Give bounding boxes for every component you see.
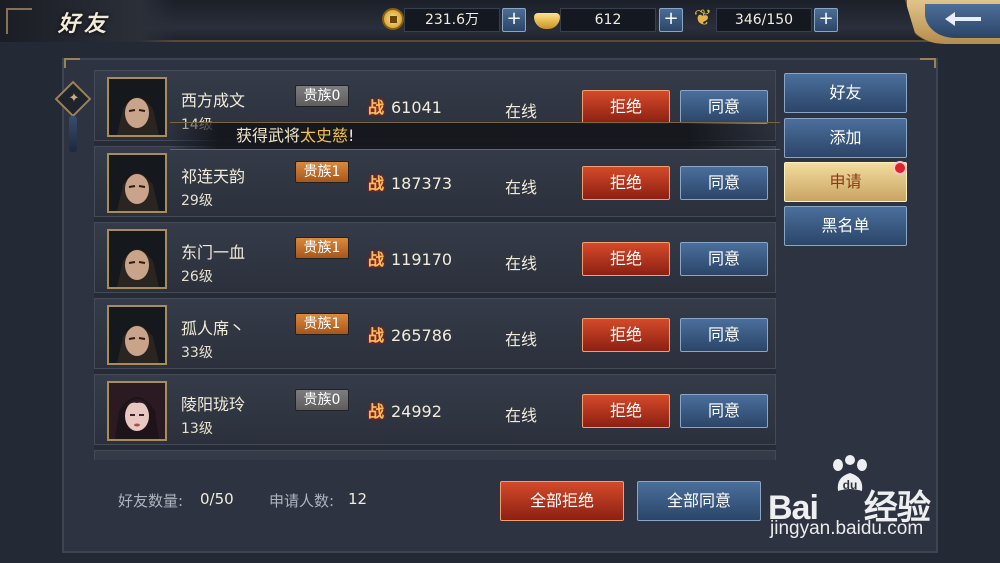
noble-badge: 贵族1 [295, 237, 349, 259]
accept-button[interactable]: 同意 [680, 90, 768, 124]
reject-button[interactable]: 拒绝 [582, 394, 670, 428]
player-name: 孤人席丶 [181, 319, 246, 338]
battle-power: 119170 [391, 250, 453, 269]
watermark-url: jingyan.baidu.com [770, 518, 924, 539]
friend-count-label: 好友数量: [118, 492, 184, 510]
battle-power-icon: 战 [367, 402, 384, 421]
footer-bar: 好友数量: 0/50 申请人数: 12 全部拒绝 全部同意 [94, 462, 776, 540]
battle-power-icon: 战 [367, 98, 384, 117]
online-status: 在线 [505, 102, 538, 121]
avatar [107, 381, 167, 441]
paw-logo-icon: du [833, 455, 867, 492]
add-ingot-button[interactable]: + [659, 8, 683, 32]
gold-value: 231.6万 [404, 8, 500, 32]
avatar [107, 305, 167, 365]
battle-power-icon: 战 [367, 326, 384, 345]
player-name: 祁连天韵 [181, 167, 246, 186]
battle-power: 61041 [391, 98, 442, 117]
notice-suffix: ! [348, 126, 355, 145]
friend-count-value: 0/50 [200, 490, 234, 508]
online-status: 在线 [505, 330, 538, 349]
noble-badge: 贵族0 [295, 85, 349, 107]
request-row: 祁连天韵 29级 贵族1 战 187373 在线 拒绝 同意 [94, 146, 776, 217]
frame-corner-ornament [920, 58, 936, 68]
applicant-count-label: 申请人数: [269, 492, 335, 510]
online-status: 在线 [505, 178, 538, 197]
accept-button[interactable]: 同意 [680, 318, 768, 352]
noble-badge: 贵族0 [295, 389, 349, 411]
silver-ingot-icon [534, 6, 560, 32]
player-level: 13级 [181, 421, 213, 437]
wheat-icon: ❦ [693, 6, 713, 31]
notification-dot [893, 161, 907, 175]
add-gold-button[interactable]: + [502, 8, 526, 32]
gold-coin-icon [380, 6, 406, 32]
applicant-count-value: 12 [348, 490, 368, 508]
tab-friends[interactable]: 好友 [784, 73, 907, 113]
player-name: 东门一血 [181, 243, 246, 262]
pendant-glyph: ✦ [68, 91, 80, 106]
accept-button[interactable]: 同意 [680, 394, 768, 428]
accept-all-button[interactable]: 全部同意 [637, 481, 761, 521]
avatar [107, 77, 167, 137]
notice-prefix: 获得武将 [236, 126, 301, 145]
frame-corner-ornament [64, 58, 80, 68]
notice-banner: 获得武将太史慈! [170, 122, 780, 150]
player-name: 西方成文 [181, 91, 246, 110]
reject-all-button[interactable]: 全部拒绝 [500, 481, 624, 521]
tassel-ornament [69, 116, 77, 152]
noble-badge: 贵族1 [295, 313, 349, 335]
reject-button[interactable]: 拒绝 [582, 90, 670, 124]
battle-power-icon: 战 [367, 174, 384, 193]
ingot-value: 612 [560, 8, 656, 32]
notice-general-name: 太史慈 [300, 126, 349, 145]
accept-button[interactable]: 同意 [680, 242, 768, 276]
reject-button[interactable]: 拒绝 [582, 242, 670, 276]
online-status: 在线 [505, 406, 538, 425]
battle-power: 24992 [391, 402, 442, 421]
back-arrow-icon [941, 9, 985, 34]
request-row: 东门一血 26级 贵族1 战 119170 在线 拒绝 同意 [94, 222, 776, 293]
tab-requests[interactable]: 申请 [784, 162, 907, 202]
page-title: 好友 [58, 11, 111, 37]
tab-blacklist[interactable]: 黑名单 [784, 206, 907, 246]
back-button[interactable] [905, 0, 1000, 44]
player-level: 33级 [181, 345, 213, 361]
request-row [94, 450, 776, 460]
request-row: 陵阳珑玲 13级 贵族0 战 24992 在线 拒绝 同意 [94, 374, 776, 445]
player-level: 26级 [181, 269, 213, 285]
battle-power: 265786 [391, 326, 453, 345]
tab-add[interactable]: 添加 [784, 118, 907, 158]
food-value: 346/150 [716, 8, 812, 32]
online-status: 在线 [505, 254, 538, 273]
avatar [107, 153, 167, 213]
top-bar: 好友 231.6万 + 612 + ❦ 346/150 + [0, 0, 1000, 42]
player-level: 29级 [181, 193, 213, 209]
battle-power: 187373 [391, 174, 453, 193]
noble-badge: 贵族1 [295, 161, 349, 183]
reject-button[interactable]: 拒绝 [582, 318, 670, 352]
accept-button[interactable]: 同意 [680, 166, 768, 200]
battle-power-icon: 战 [367, 250, 384, 269]
svg-text:du: du [843, 478, 858, 492]
avatar [107, 229, 167, 289]
player-name: 陵阳珑玲 [181, 395, 246, 414]
add-food-button[interactable]: + [814, 8, 838, 32]
reject-button[interactable]: 拒绝 [582, 166, 670, 200]
request-row: 孤人席丶 33级 贵族1 战 265786 在线 拒绝 同意 [94, 298, 776, 369]
